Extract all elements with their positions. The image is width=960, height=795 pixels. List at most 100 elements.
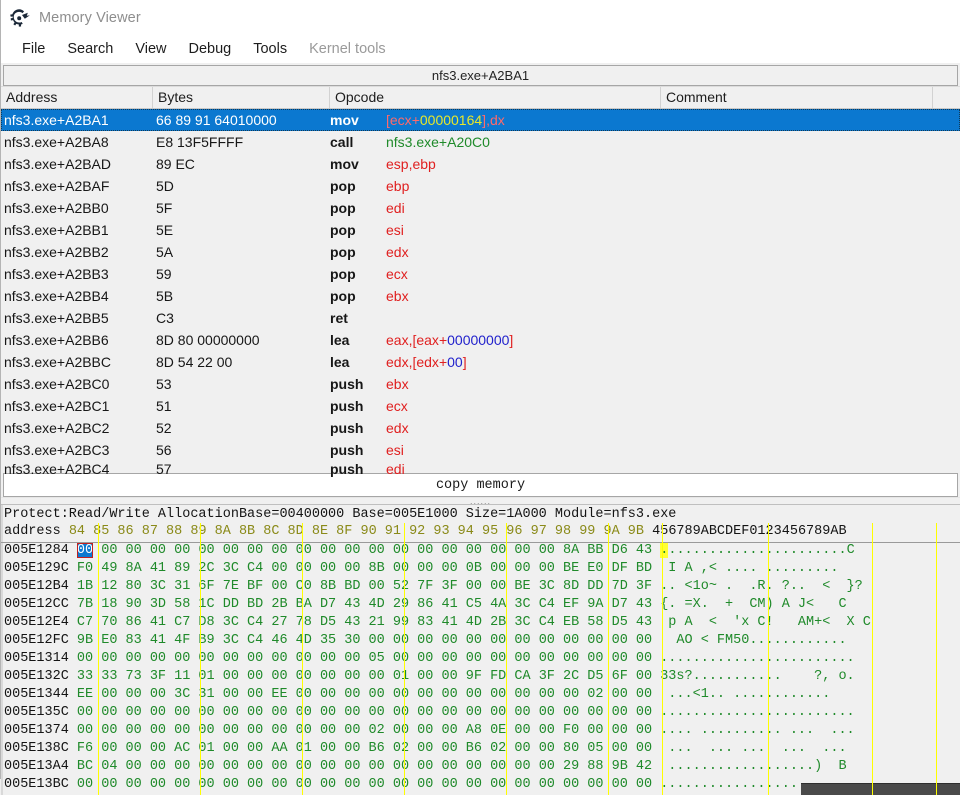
row-address: nfs3.exe+A2BC0 [1, 376, 153, 392]
disassembly-row[interactable]: nfs3.exe+A2BB05Fpopedi [1, 197, 960, 219]
hex-row-bytes[interactable]: 9B E0 83 41 4F B9 3C C4 46 4D 35 30 00 0… [69, 633, 652, 648]
hex-row-ascii[interactable]: ..................) B [652, 759, 846, 774]
column-header-opcode[interactable]: Opcode [330, 87, 661, 108]
hex-row[interactable]: 005E1374 00 00 00 00 00 00 00 00 00 00 0… [1, 723, 960, 741]
row-operands: [ecx+00000164],dx [386, 112, 960, 128]
row-bytes: C3 [153, 310, 330, 326]
row-operands: edx,[edx+00] [386, 354, 960, 370]
disassembly-row[interactable]: nfs3.exe+A2BA166 89 91 64010000mov[ecx+0… [1, 109, 960, 131]
hex-row[interactable]: 005E138C F6 00 00 00 AC 01 00 00 AA 01 0… [1, 741, 960, 759]
disassembly-row[interactable]: nfs3.exe+A2BC356pushesi [1, 439, 960, 461]
row-bytes: 5B [153, 288, 330, 304]
disassembly-row[interactable]: nfs3.exe+A2BC457pushedi [1, 461, 960, 472]
row-bytes: E8 13F5FFFF [153, 134, 330, 150]
disassembly-row[interactable]: nfs3.exe+A2BAF5Dpopebp [1, 175, 960, 197]
hex-row-ascii[interactable]: .. <1o~ . .R. ?.. < }? [652, 579, 863, 594]
menu-item-file[interactable]: File [11, 39, 56, 60]
hex-row[interactable]: 005E135C 00 00 00 00 00 00 00 00 00 00 0… [1, 705, 960, 723]
disassembly-row[interactable]: nfs3.exe+A2BBC8D 54 22 00leaedx,[edx+00] [1, 351, 960, 373]
hex-row-ascii[interactable]: .......................C [652, 543, 855, 558]
menu-item-search[interactable]: Search [56, 39, 124, 60]
hex-row-bytes[interactable]: 7B 18 90 3D 58 1C DD BD 2B BA D7 43 4D 2… [69, 597, 652, 612]
hex-row-ascii[interactable]: {. =X. + CM) A J< C [652, 597, 846, 612]
row-operands: ebp [386, 178, 960, 194]
hex-row-bytes[interactable]: 00 00 00 00 00 00 00 00 00 00 00 00 00 0… [69, 777, 652, 792]
row-mnemonic: pop [330, 222, 386, 238]
disassembly-row[interactable]: nfs3.exe+A2BC252pushedx [1, 417, 960, 439]
hex-row-ascii[interactable]: ........................ [652, 651, 855, 666]
disassembler-header: Address Bytes Opcode Comment [1, 86, 960, 109]
hex-row-bytes[interactable]: C7 70 86 41 C7 D8 3C C4 27 78 D5 43 21 9… [69, 615, 652, 630]
menu-item-debug[interactable]: Debug [178, 39, 243, 60]
hex-row[interactable]: 005E13A4 BC 04 00 00 00 00 00 00 00 00 0… [1, 759, 960, 777]
row-address: nfs3.exe+A2BAF [1, 178, 153, 194]
menu-item-tools[interactable]: Tools [242, 39, 298, 60]
row-bytes: 53 [153, 376, 330, 392]
hex-header-ascii: 456789ABCDEF0123456789AB [644, 524, 847, 539]
selected-byte[interactable]: 00 [77, 543, 93, 558]
row-address: nfs3.exe+A2BA1 [1, 112, 153, 128]
row-mnemonic: pop [330, 244, 386, 260]
disassembly-row[interactable]: nfs3.exe+A2BB15Epopesi [1, 219, 960, 241]
hex-row[interactable]: 005E1344 EE 00 00 00 3C 31 00 00 EE 00 0… [1, 687, 960, 705]
row-address: nfs3.exe+A2BB3 [1, 266, 153, 282]
row-operands: ebx [386, 376, 960, 392]
hex-row[interactable]: 005E1284 00 00 00 00 00 00 00 00 00 00 0… [1, 543, 960, 561]
hex-row[interactable]: 005E1314 00 00 00 00 00 00 00 00 00 00 0… [1, 651, 960, 669]
row-address: nfs3.exe+A2BBC [1, 354, 153, 370]
hex-row-bytes[interactable]: 1B 12 80 3C 31 6F 7E BF 00 C0 8B BD 00 5… [69, 579, 652, 594]
menu-item-kernel-tools[interactable]: Kernel tools [298, 39, 397, 60]
disassembler-rows[interactable]: nfs3.exe+A2BA166 89 91 64010000mov[ecx+0… [1, 109, 960, 472]
disassembly-row[interactable]: nfs3.exe+A2BC053pushebx [1, 373, 960, 395]
hex-row[interactable]: 005E129C F0 49 8A 41 89 2C 3C C4 00 00 0… [1, 561, 960, 579]
hex-row[interactable]: 005E12CC 7B 18 90 3D 58 1C DD BD 2B BA D… [1, 597, 960, 615]
hex-row[interactable]: 005E12FC 9B E0 83 41 4F B9 3C C4 46 4D 3… [1, 633, 960, 651]
hex-rows[interactable]: 005E1284 00 00 00 00 00 00 00 00 00 00 0… [1, 543, 960, 795]
column-header-bytes[interactable]: Bytes [153, 87, 330, 108]
memory-viewer-window: Memory Viewer File Search View Debug Too… [0, 0, 960, 779]
hex-row[interactable]: 005E12E4 C7 70 86 41 C7 D8 3C C4 27 78 D… [1, 615, 960, 633]
hex-row-ascii[interactable]: ...<1.. ............ [652, 687, 830, 702]
row-address: nfs3.exe+A2BC2 [1, 420, 153, 436]
hex-row-bytes[interactable]: BC 04 00 00 00 00 00 00 00 00 00 00 00 0… [69, 759, 652, 774]
hex-row-ascii[interactable]: 33s?........... ?, o. [652, 669, 855, 684]
disassembly-row[interactable]: nfs3.exe+A2BA8E8 13F5FFFFcallnfs3.exe+A2… [1, 131, 960, 153]
disassembly-row[interactable]: nfs3.exe+A2BB68D 80 00000000leaeax,[eax+… [1, 329, 960, 351]
disassembly-row[interactable]: nfs3.exe+A2BB5C3ret [1, 307, 960, 329]
hex-row[interactable]: 005E12B4 1B 12 80 3C 31 6F 7E BF 00 C0 8… [1, 579, 960, 597]
hex-row-ascii[interactable]: .... .......... ... ... [652, 723, 855, 738]
row-mnemonic: push [330, 376, 386, 392]
hex-row-ascii[interactable]: p A < 'x C! AM+< X C [652, 615, 871, 630]
row-address: nfs3.exe+A2BB1 [1, 222, 153, 238]
address-input[interactable]: nfs3.exe+A2BA1 [3, 65, 958, 86]
hex-row-address: 005E13BC [4, 777, 69, 792]
disassembly-row[interactable]: nfs3.exe+A2BAD89 ECmovesp,ebp [1, 153, 960, 175]
panel-splitter-handle[interactable]: ...... [1, 497, 960, 505]
hex-row-ascii[interactable]: AO < FM50............ [652, 633, 846, 648]
hex-row-bytes[interactable]: 00 00 00 00 00 00 00 00 00 00 00 00 02 0… [69, 723, 652, 738]
disassembly-row[interactable]: nfs3.exe+A2BB25Apopedx [1, 241, 960, 263]
hex-group-separator [936, 523, 937, 795]
disassembly-row[interactable]: nfs3.exe+A2BB45Bpopebx [1, 285, 960, 307]
hex-row-ascii[interactable]: ........................ [652, 705, 855, 720]
disassembly-row[interactable]: nfs3.exe+A2BC151pushecx [1, 395, 960, 417]
hex-row-ascii[interactable]: .................... [652, 777, 822, 792]
hex-row-bytes[interactable]: 00 00 00 00 00 00 00 00 00 00 00 00 05 0… [69, 651, 652, 666]
hex-row-bytes[interactable]: F6 00 00 00 AC 01 00 00 AA 01 00 00 B6 0… [69, 741, 652, 756]
hex-row[interactable]: 005E132C 33 33 73 3F 11 01 00 00 00 00 0… [1, 669, 960, 687]
disassembly-row[interactable]: nfs3.exe+A2BB359popecx [1, 263, 960, 285]
hex-row-bytes[interactable]: EE 00 00 00 3C 31 00 00 EE 00 00 00 00 0… [69, 687, 652, 702]
hex-row-bytes[interactable]: F0 49 8A 41 89 2C 3C C4 00 00 00 00 8B 0… [69, 561, 652, 576]
column-header-address[interactable]: Address [1, 87, 153, 108]
row-operands: esi [386, 442, 960, 458]
hex-row-ascii[interactable]: I A ,< .... ......... [652, 561, 838, 576]
hex-viewer-panel: Protect:Read/Write AllocationBase=004000… [1, 505, 960, 795]
memory-region-info: Protect:Read/Write AllocationBase=004000… [1, 505, 960, 523]
menu-item-view[interactable]: View [124, 39, 177, 60]
hex-row-ascii[interactable]: ... ... ... ... ... [652, 741, 846, 756]
hex-row-bytes[interactable]: 33 33 73 3F 11 01 00 00 00 00 00 00 00 0… [69, 669, 652, 684]
splitter-grip-dots: ...... [470, 498, 491, 504]
hex-row-bytes[interactable]: 00 00 00 00 00 00 00 00 00 00 00 00 00 0… [69, 543, 652, 558]
column-header-comment[interactable]: Comment [661, 87, 933, 108]
hex-row-bytes[interactable]: 00 00 00 00 00 00 00 00 00 00 00 00 00 0… [69, 705, 652, 720]
